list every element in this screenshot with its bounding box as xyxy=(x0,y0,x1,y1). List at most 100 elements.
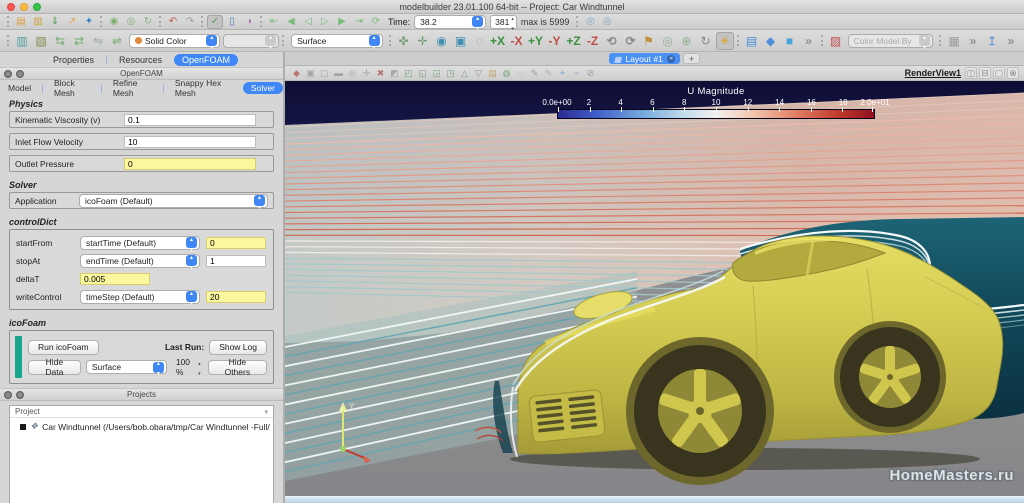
reset-rotation-icon[interactable]: ↻ xyxy=(697,32,715,50)
step-back-button[interactable]: ◀ xyxy=(283,15,299,29)
toolbar-handle[interactable] xyxy=(7,16,10,27)
tab-layout-1[interactable]: Layout #1 xyxy=(609,53,680,64)
float-panel-icon[interactable] xyxy=(4,70,12,78)
writecontrol-combo[interactable]: timeStep (Default) xyxy=(80,290,200,304)
deltat-input[interactable] xyxy=(80,273,150,285)
set-view-plus-y-icon[interactable]: +Y xyxy=(527,32,545,50)
kinematic-viscosity-input[interactable] xyxy=(124,114,256,126)
history-icon[interactable]: ↻ xyxy=(140,15,156,29)
reset-camera-icon[interactable]: ✜ xyxy=(395,32,413,50)
toolbar-handle[interactable] xyxy=(737,35,740,46)
rescale-visible-icon[interactable]: ⇌ xyxy=(108,32,126,50)
undo-icon[interactable]: ↶ xyxy=(165,15,181,29)
rgb-colors-icon[interactable]: ▨ xyxy=(827,32,845,50)
hide-others-button[interactable]: Hide Others xyxy=(208,360,267,375)
zoom-to-data-icon[interactable]: ◉ xyxy=(433,32,451,50)
export-scene-icon[interactable]: ↗ xyxy=(64,15,80,29)
tab-resources[interactable]: Resources xyxy=(111,54,170,66)
subtab-snappy-hex-mesh[interactable]: Snappy Hex Mesh xyxy=(167,77,240,99)
zoom-window-icon[interactable] xyxy=(33,3,41,11)
isometric-view-icon[interactable]: ⚑ xyxy=(640,32,658,50)
minimize-window-icon[interactable] xyxy=(20,3,28,11)
maximize-view-icon[interactable]: ▢ xyxy=(993,67,1005,79)
rescale-custom-icon[interactable]: ⇄ xyxy=(70,32,88,50)
record-time-icon[interactable]: ◎ xyxy=(599,15,615,29)
hide-data-button[interactable]: Hide Data xyxy=(28,360,81,375)
tab-properties[interactable]: Properties xyxy=(45,54,102,66)
writecontrol-value-input[interactable] xyxy=(206,291,266,303)
subtab-block-mesh[interactable]: Block Mesh xyxy=(46,77,98,99)
toolbar-handle[interactable] xyxy=(159,16,162,27)
subtab-refine-mesh[interactable]: Refine Mesh xyxy=(105,77,160,99)
redo-icon[interactable]: ↷ xyxy=(182,15,198,29)
toolbar-handle[interactable] xyxy=(100,16,103,27)
toolbar-handle[interactable] xyxy=(389,35,392,46)
first-frame-button[interactable]: ⇤ xyxy=(266,15,282,29)
zoom-to-box-icon[interactable]: ◌ xyxy=(471,32,489,50)
step-forward-button[interactable]: ▶ xyxy=(334,15,350,29)
select-points-polygon-icon[interactable]: ▽ xyxy=(472,67,485,79)
toggle-color-legend-icon[interactable]: ▥ xyxy=(13,32,31,50)
application-combo[interactable]: icoFoam (Default) xyxy=(79,194,268,208)
split-horizontal-icon[interactable]: ◫ xyxy=(965,67,977,79)
toolbar-handle[interactable] xyxy=(576,16,579,27)
toolbar-handle[interactable] xyxy=(260,16,263,27)
toolbar-handle[interactable] xyxy=(821,35,824,46)
render-scene[interactable]: Y xyxy=(285,81,1024,496)
color-legend[interactable]: U Magnitude 0.0e+00 2 4 6 8 10 12 14 16 … xyxy=(557,86,875,119)
play-backward-button[interactable]: ◁ xyxy=(300,15,316,29)
select-cells-through-icon[interactable]: ◲ xyxy=(430,67,443,79)
zoom-out-icon[interactable]: − xyxy=(570,67,583,79)
close-panel-icon[interactable] xyxy=(16,391,24,399)
clear-selection-icon[interactable]: ⊘ xyxy=(584,67,597,79)
auto-apply-icon[interactable]: ✓ xyxy=(207,15,223,29)
run-icofoam-button[interactable]: Run icoFoam xyxy=(28,340,99,355)
sort-indicator-icon[interactable] xyxy=(264,407,268,416)
stopat-combo[interactable]: endTime (Default) xyxy=(80,254,200,268)
hover-cells-icon[interactable]: ✎ xyxy=(528,67,541,79)
frame-spinbox[interactable]: 381 xyxy=(490,15,517,29)
zoom-in-icon[interactable]: + xyxy=(556,67,569,79)
color-palette-icon[interactable]: ◑ xyxy=(241,15,257,29)
startfrom-combo[interactable]: startTime (Default) xyxy=(80,236,200,250)
last-frame-button[interactable]: ⇥ xyxy=(351,15,367,29)
server-connect-icon[interactable]: ▯ xyxy=(224,15,240,29)
glyph-filter-icon[interactable]: ◆ xyxy=(762,32,780,50)
show-log-button[interactable]: Show Log xyxy=(209,340,267,355)
probe-location-icon[interactable]: ↥ xyxy=(983,32,1001,50)
paraview-logo-icon[interactable]: ✦ xyxy=(81,15,97,29)
tab-openfoam[interactable]: OpenFOAM xyxy=(174,54,238,66)
spin-arrows-icon[interactable] xyxy=(198,357,201,377)
rescale-to-data-icon[interactable]: ⇆ xyxy=(51,32,69,50)
screenshot-icon[interactable]: ▣ xyxy=(304,67,317,79)
close-tab-icon[interactable] xyxy=(667,55,675,63)
zoom-closest-icon[interactable]: ▣ xyxy=(452,32,470,50)
render-view-title[interactable]: RenderView1 xyxy=(905,68,965,78)
add-layout-tab[interactable]: + xyxy=(683,53,700,64)
close-window-icon[interactable] xyxy=(7,3,15,11)
rotation-center-icon[interactable]: ⊕ xyxy=(678,32,696,50)
rotate-90-ccw-icon[interactable]: ⟲ xyxy=(603,32,621,50)
subtab-model[interactable]: Model xyxy=(0,82,39,94)
stopat-value-input[interactable] xyxy=(206,255,266,267)
zoom-time-range-icon[interactable]: ◎ xyxy=(582,15,598,29)
play-button[interactable]: ▷ xyxy=(317,15,333,29)
set-view-plus-x-icon[interactable]: +X xyxy=(489,32,507,50)
rescale-temporal-icon[interactable]: ⇋ xyxy=(89,32,107,50)
cube-axes-icon[interactable]: ■ xyxy=(781,32,799,50)
float-panel-icon[interactable] xyxy=(4,391,12,399)
center-axes-visibility-icon[interactable]: ✛ xyxy=(360,67,373,79)
save-project-icon[interactable]: ▥ xyxy=(30,15,46,29)
preview-icon[interactable]: ▬ xyxy=(332,67,345,79)
inlet-flow-velocity-input[interactable] xyxy=(124,136,256,148)
icofoam-representation-combo[interactable]: Surface xyxy=(86,360,167,374)
multiblock-inspector-icon[interactable]: ▤ xyxy=(743,32,761,50)
select-block-icon[interactable]: ▤ xyxy=(486,67,499,79)
select-points-on-icon[interactable]: ◱ xyxy=(416,67,429,79)
toolbar-handle[interactable] xyxy=(201,16,204,27)
render-viewport[interactable]: Y U Magnitude 0.0e+00 2 4 6 8 xyxy=(285,81,1024,496)
reset-camera-closest-icon[interactable]: ✛ xyxy=(414,32,432,50)
toolbar-handle[interactable] xyxy=(939,35,942,46)
import-data-icon[interactable]: ⇓ xyxy=(47,15,63,29)
orientation-axes-icon[interactable]: ✖ xyxy=(374,67,387,79)
